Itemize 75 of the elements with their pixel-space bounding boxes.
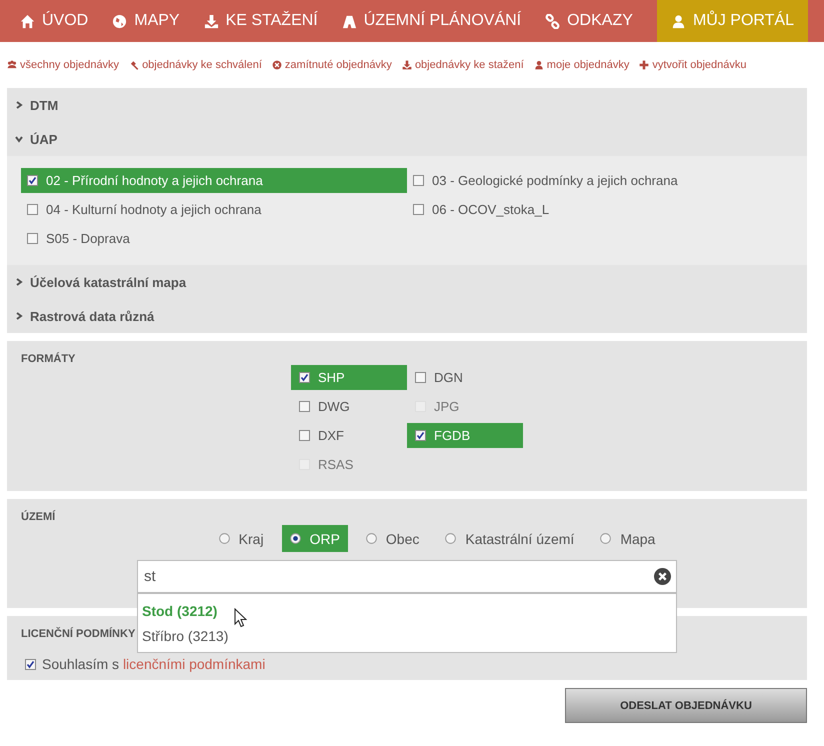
checkbox[interactable] xyxy=(299,372,310,383)
link-icon xyxy=(545,14,560,28)
order-link[interactable]: moje objednávky xyxy=(534,59,630,71)
order-link[interactable]: objednávky ke stažení xyxy=(402,59,524,71)
nav-tab[interactable]: ÚZEMNÍ PLÁNOVÁNÍ xyxy=(330,0,534,42)
nav-tab[interactable]: ÚVOD xyxy=(8,0,100,42)
section-title: Rastrová data různá xyxy=(30,308,154,324)
accordion-header[interactable]: Rastrová data různá xyxy=(7,299,807,333)
radio-button[interactable] xyxy=(218,533,230,544)
checkbox[interactable] xyxy=(415,430,426,441)
globe-icon xyxy=(112,14,128,28)
download-icon xyxy=(402,60,412,70)
user-icon xyxy=(670,14,686,28)
accordion-header[interactable]: DTM xyxy=(7,88,807,122)
checkbox[interactable] xyxy=(413,175,424,186)
checkbox-label: SHP xyxy=(318,370,345,385)
plus-icon xyxy=(639,60,650,70)
section-title: LICENČNÍ PODMÍNKY xyxy=(20,626,136,640)
checkbox[interactable] xyxy=(27,175,38,186)
radio-label: Kraj xyxy=(238,530,264,546)
nav-tab[interactable]: ODKAZY xyxy=(533,0,645,42)
section-title: Účelová katastrální mapa xyxy=(30,274,186,290)
radio-label: Katastrální území xyxy=(465,530,574,546)
checkbox-label: DGN xyxy=(434,370,463,385)
checkbox-label: 06 - OCOV_stoka_L xyxy=(432,202,550,217)
cancel-icon xyxy=(272,60,282,70)
radio-label: ORP xyxy=(310,530,340,546)
checkbox-label: DXF xyxy=(318,428,344,443)
checkbox-label: 02 - Přírodní hodnoty a jejich ochrana xyxy=(46,173,263,188)
radio-button[interactable] xyxy=(290,533,301,544)
accordion-header[interactable]: ÚAP xyxy=(7,122,807,156)
home-icon xyxy=(20,14,35,28)
checkbox[interactable] xyxy=(27,233,38,244)
order-link[interactable]: všechny objednávky xyxy=(7,59,120,71)
suggestion-item[interactable]: Stod (3212) xyxy=(138,598,676,623)
clear-icon[interactable] xyxy=(654,568,671,585)
checkbox[interactable] xyxy=(413,204,424,215)
checkbox-label: RSAS xyxy=(318,457,354,472)
radio-label: Mapa xyxy=(620,530,656,546)
accordion-header[interactable]: Účelová katastrální mapa xyxy=(7,265,807,299)
submit-button[interactable]: ODESLAT OBJEDNÁVKU xyxy=(565,688,807,723)
cursor-icon xyxy=(234,608,247,628)
radio-button[interactable] xyxy=(600,533,612,544)
gavel-icon xyxy=(129,60,140,70)
consent-text: Souhlasím s licenčními podmínkami xyxy=(42,656,266,672)
order-link[interactable]: objednávky ke schválení xyxy=(129,59,262,71)
checkbox[interactable] xyxy=(27,204,38,215)
road-icon xyxy=(342,14,357,28)
nav-tab[interactable]: KE STAŽENÍ xyxy=(192,0,330,42)
section-title: FORMÁTY xyxy=(20,351,76,365)
radio-label: Obec xyxy=(386,530,420,546)
checkbox-label: 04 - Kulturní hodnoty a jejich ochrana xyxy=(46,202,262,217)
checkbox[interactable] xyxy=(299,401,310,412)
license-link[interactable]: licenčními podmínkami xyxy=(122,656,266,672)
section-title: ÚAP xyxy=(30,132,58,146)
checkbox-label: JPG xyxy=(434,399,460,414)
download-icon xyxy=(204,14,219,28)
order-link[interactable]: vytvořit objednávku xyxy=(639,59,747,71)
checkbox[interactable] xyxy=(415,372,426,383)
search-field[interactable]: st xyxy=(137,560,677,593)
suggestion-item[interactable]: Stříbro (3213) xyxy=(138,623,676,648)
checkbox[interactable] xyxy=(299,430,310,441)
section-title: DTM xyxy=(30,98,58,112)
radio-button[interactable] xyxy=(366,533,377,544)
checkbox-label: S05 - Doprava xyxy=(46,231,130,246)
users-icon xyxy=(7,60,17,70)
checkbox-label: 03 - Geologické podmínky a jejich ochrana xyxy=(432,173,678,188)
checkbox-label: DWG xyxy=(318,399,350,414)
checkbox-label: FGDB xyxy=(434,428,470,443)
order-link[interactable]: zamítnuté objednávky xyxy=(272,59,392,71)
section-title: ÚZEMÍ xyxy=(20,509,56,523)
nav-tab[interactable]: MAPY xyxy=(100,0,192,42)
user-icon xyxy=(534,60,544,70)
radio-button[interactable] xyxy=(445,533,456,544)
checkbox[interactable] xyxy=(25,658,36,670)
